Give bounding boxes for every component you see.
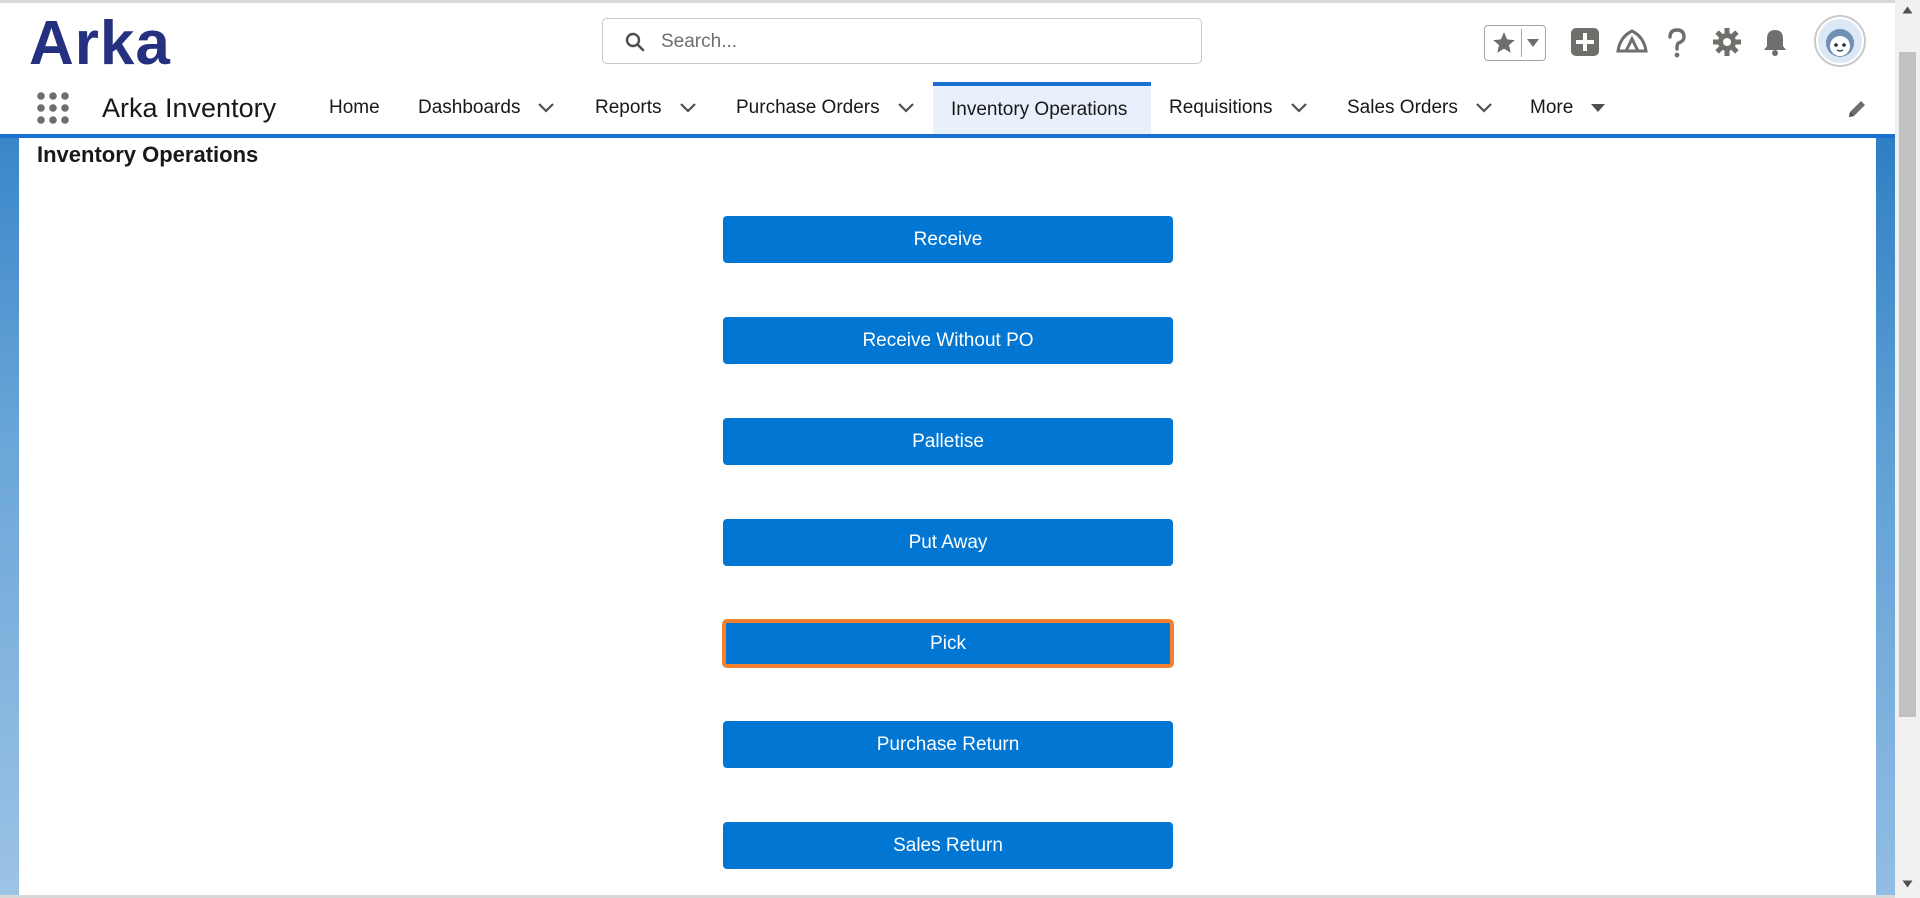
help-icon[interactable]: [1665, 27, 1689, 59]
app-name: Arka Inventory: [102, 93, 277, 123]
favorites-button[interactable]: [1484, 25, 1546, 61]
background-right: [1876, 138, 1895, 898]
global-header: Arka: [0, 3, 1895, 82]
nav-tab-label: Reports: [595, 97, 662, 118]
nav-tab-more[interactable]: More: [1530, 82, 1606, 134]
purchase-return-button[interactable]: Purchase Return: [723, 721, 1173, 768]
notifications-bell-icon[interactable]: [1760, 27, 1790, 57]
chevron-down-icon[interactable]: [679, 102, 697, 114]
edit-nav-pencil-icon[interactable]: [1846, 98, 1868, 120]
scroll-up-arrow-icon[interactable]: [1902, 6, 1913, 14]
caret-down-icon[interactable]: [1526, 38, 1540, 48]
nav-tab-home[interactable]: Home: [329, 82, 380, 134]
arka-logo[interactable]: Arka: [29, 13, 171, 75]
global-add-icon[interactable]: [1570, 27, 1600, 57]
pick-button[interactable]: Pick: [722, 619, 1174, 668]
nav-tab-label: Dashboards: [418, 97, 521, 118]
nav-tab-reports[interactable]: Reports: [595, 82, 697, 134]
scrollbar-thumb[interactable]: [1899, 52, 1916, 717]
search-input[interactable]: [659, 29, 1183, 55]
page-title: Inventory Operations: [37, 142, 259, 167]
nav-tab-label: Inventory Operations: [951, 99, 1128, 120]
star-icon: [1493, 32, 1515, 53]
nav-tab-label: Requisitions: [1169, 97, 1273, 118]
sales-return-button[interactable]: Sales Return: [723, 822, 1173, 869]
app-navigation-bar: Arka Inventory Home Dashboards Reports P…: [0, 82, 1895, 134]
nav-tab-purchase-orders[interactable]: Purchase Orders: [736, 82, 915, 134]
nav-tab-sales-orders[interactable]: Sales Orders: [1347, 82, 1493, 134]
search-icon: [625, 32, 645, 52]
favorites-divider: [1521, 29, 1522, 57]
chevron-down-icon[interactable]: [1475, 102, 1493, 114]
scroll-down-arrow-icon[interactable]: [1902, 880, 1913, 888]
nav-tab-inventory-operations[interactable]: Inventory Operations: [933, 82, 1151, 134]
app-launcher-icon[interactable]: [36, 91, 70, 125]
chevron-down-icon[interactable]: [537, 102, 555, 114]
user-avatar[interactable]: [1814, 15, 1866, 67]
nav-tab-label: Home: [329, 97, 380, 118]
receive-button[interactable]: Receive: [723, 216, 1173, 263]
nav-tab-label: More: [1530, 97, 1574, 118]
chevron-down-icon[interactable]: [1290, 102, 1308, 114]
palletise-button[interactable]: Palletise: [723, 418, 1173, 465]
chevron-down-icon[interactable]: [897, 102, 915, 114]
nav-tab-dashboards[interactable]: Dashboards: [418, 82, 555, 134]
receive-without-po-button[interactable]: Receive Without PO: [723, 317, 1173, 364]
caret-down-icon[interactable]: [1590, 103, 1606, 113]
global-search[interactable]: [602, 18, 1202, 64]
nav-tab-label: Purchase Orders: [736, 97, 880, 118]
page-scrollbar[interactable]: [1895, 0, 1920, 898]
put-away-button[interactable]: Put Away: [723, 519, 1173, 566]
inventory-operations-card: Inventory Operations Receive Receive Wit…: [19, 138, 1876, 898]
setup-gear-icon[interactable]: [1712, 27, 1742, 57]
nav-tab-requisitions[interactable]: Requisitions: [1169, 82, 1308, 134]
nav-tab-label: Sales Orders: [1347, 97, 1458, 118]
astro-avatar-icon: [1818, 19, 1862, 63]
trailhead-icon[interactable]: [1616, 27, 1648, 57]
background-left: [0, 138, 19, 898]
